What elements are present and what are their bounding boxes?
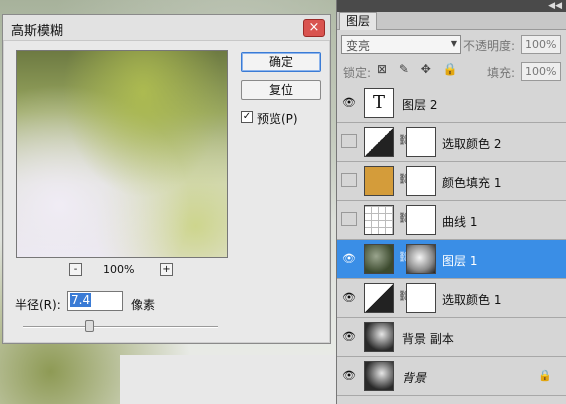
layer-mask-thumbnail[interactable] bbox=[406, 127, 436, 157]
dialog-titlebar: 高斯模糊 × bbox=[3, 15, 330, 41]
blur-preview[interactable] bbox=[16, 50, 228, 258]
layer-mask-thumbnail[interactable] bbox=[406, 205, 436, 235]
layer-name: 选取颜色 2 bbox=[442, 137, 502, 151]
layer-mask-thumbnail[interactable] bbox=[406, 244, 436, 274]
selective-color-icon bbox=[364, 283, 394, 313]
eye-icon[interactable]: 👁 bbox=[341, 96, 357, 110]
layer-name: 选取颜色 1 bbox=[442, 293, 502, 307]
layer-row[interactable]: 👁 T 图层 2 bbox=[337, 84, 566, 123]
lock-label: 锁定: bbox=[343, 66, 372, 80]
reset-button[interactable]: 复位 bbox=[241, 80, 321, 100]
visibility-toggle[interactable] bbox=[341, 212, 357, 226]
zoom-controls: - 100% + bbox=[69, 263, 179, 279]
panel-tabs: 图层 bbox=[337, 12, 566, 30]
zoom-in-button[interactable]: + bbox=[160, 263, 173, 276]
eye-icon[interactable]: 👁 bbox=[341, 369, 357, 383]
layer-thumbnail bbox=[364, 244, 394, 274]
layer-row-selected[interactable]: 👁 ⛓ 图层 1 bbox=[337, 240, 566, 279]
layer-thumbnail bbox=[364, 361, 394, 391]
radius-slider-thumb[interactable] bbox=[85, 320, 94, 332]
eye-icon[interactable]: 👁 bbox=[341, 291, 357, 305]
layer-mask-thumbnail[interactable] bbox=[406, 283, 436, 313]
radius-unit: 像素 bbox=[131, 298, 156, 312]
selective-color-icon bbox=[364, 127, 394, 157]
radius-input[interactable]: 7.4 bbox=[67, 291, 123, 311]
layer-thumbnail bbox=[364, 322, 394, 352]
collapse-icon[interactable]: ◀◀ bbox=[548, 0, 562, 12]
layer-row[interactable]: 👁 ⛓ 选取颜色 1 bbox=[337, 279, 566, 318]
radius-slider-track[interactable] bbox=[23, 326, 218, 328]
close-button[interactable]: × bbox=[303, 19, 325, 37]
opacity-label: 不透明度: bbox=[463, 39, 516, 53]
layer-row[interactable]: 👁 背景 副本 bbox=[337, 318, 566, 357]
zoom-level: 100% bbox=[103, 263, 135, 276]
visibility-toggle[interactable] bbox=[341, 173, 357, 187]
layer-name: 图层 2 bbox=[402, 98, 438, 112]
layer-name: 图层 1 bbox=[442, 254, 478, 268]
zoom-out-button[interactable]: - bbox=[69, 263, 82, 276]
fill-input[interactable]: 100% bbox=[521, 62, 561, 81]
radius-label: 半径(R): bbox=[15, 298, 61, 312]
dialog-title: 高斯模糊 bbox=[11, 24, 64, 39]
layers-list: 👁 T 图层 2 ⛓ 选取颜色 2 ⛓ 颜色填充 1 ⛓ 曲线 1 👁 ⛓ 图层… bbox=[337, 84, 566, 396]
layer-name: 颜色填充 1 bbox=[442, 176, 502, 190]
layer-mask-thumbnail[interactable] bbox=[406, 166, 436, 196]
blend-mode-value: 变亮 bbox=[346, 39, 371, 53]
opacity-input[interactable]: 100% bbox=[521, 35, 561, 54]
blend-mode-select[interactable]: 变亮 ▼ bbox=[341, 35, 461, 54]
layer-name: 背景 副本 bbox=[402, 332, 454, 346]
ok-button[interactable]: 确定 bbox=[241, 52, 321, 72]
radius-value: 7.4 bbox=[70, 293, 92, 307]
layer-row[interactable]: ⛓ 选取颜色 2 bbox=[337, 123, 566, 162]
eye-icon[interactable]: 👁 bbox=[341, 330, 357, 344]
layer-row[interactable]: 👁 背景 🔒 bbox=[337, 357, 566, 396]
preview-label: 预览(P) bbox=[257, 112, 298, 126]
layer-row[interactable]: ⛓ 颜色填充 1 bbox=[337, 162, 566, 201]
layer-name: 曲线 1 bbox=[442, 215, 478, 229]
layer-row[interactable]: ⛓ 曲线 1 bbox=[337, 201, 566, 240]
layers-panel: ◀◀ 图层 变亮 ▼ 不透明度: 100% 锁定: ⊠ ✎ ✥ 🔒 填充: 10… bbox=[336, 0, 566, 404]
visibility-toggle[interactable] bbox=[341, 134, 357, 148]
lock-icon: 🔒 bbox=[538, 369, 552, 382]
panel-topbar: ◀◀ bbox=[337, 0, 566, 12]
preview-checkbox[interactable]: ✓ bbox=[241, 111, 253, 123]
tab-layers[interactable]: 图层 bbox=[339, 12, 378, 30]
chevron-down-icon: ▼ bbox=[450, 39, 457, 48]
lock-options-icons[interactable]: ⊠ ✎ ✥ 🔒 bbox=[377, 62, 462, 76]
text-layer-thumbnail: T bbox=[364, 88, 394, 118]
color-fill-icon bbox=[364, 166, 394, 196]
eye-icon[interactable]: 👁 bbox=[341, 252, 357, 266]
curves-icon bbox=[364, 205, 394, 235]
gaussian-blur-dialog: 高斯模糊 × - 100% + 确定 复位 ✓ 预览(P) 半径(R): 7.4… bbox=[2, 14, 331, 344]
fill-label: 填充: bbox=[487, 66, 516, 80]
canvas-area bbox=[120, 355, 336, 404]
layer-name: 背景 bbox=[402, 371, 427, 385]
